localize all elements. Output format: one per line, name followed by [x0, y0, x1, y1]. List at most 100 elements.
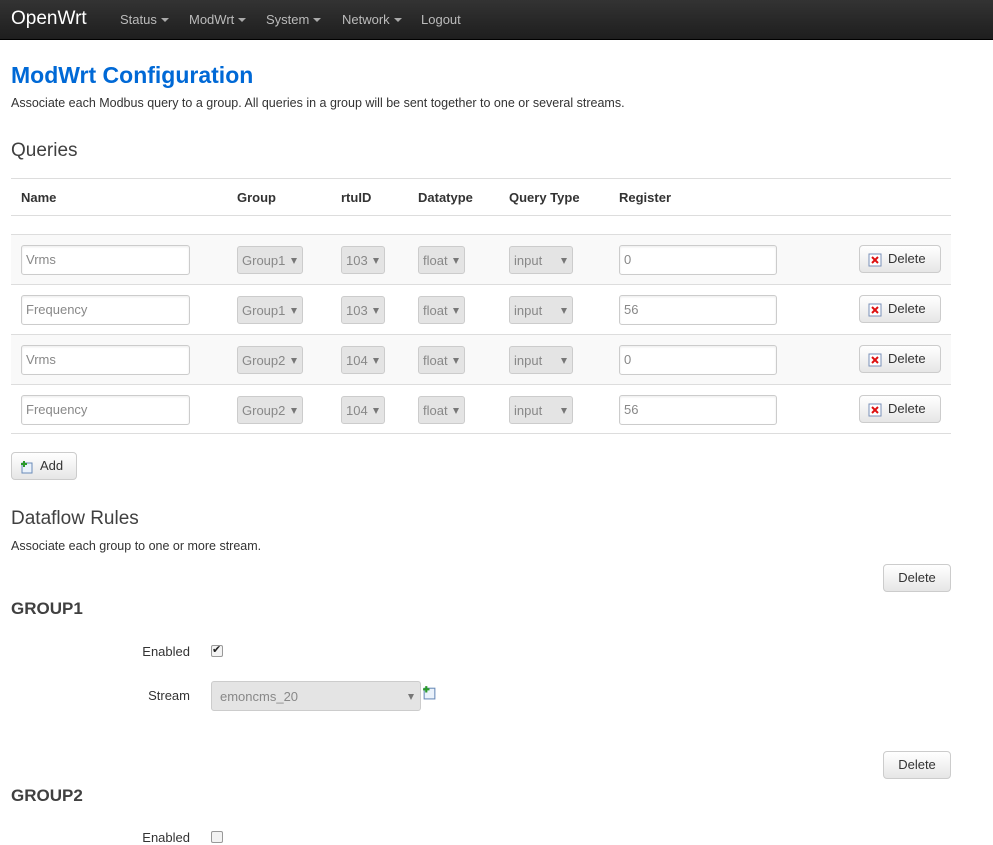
delete-button[interactable]: Delete — [859, 395, 941, 423]
rtuid-select-value: 104 — [346, 403, 368, 418]
datatype-select[interactable]: float — [418, 396, 465, 424]
nav-network-label: Network — [342, 12, 390, 27]
nav-network[interactable]: Network — [342, 12, 402, 28]
chevron-down-icon — [291, 258, 297, 264]
rtuid-select[interactable]: 104 — [341, 346, 385, 374]
group-select[interactable]: Group2 — [237, 346, 303, 374]
nav-logout-label: Logout — [421, 12, 461, 27]
group1-title: GROUP1 — [11, 599, 83, 618]
delete-button-label: Delete — [888, 401, 926, 416]
nav-logout[interactable]: Logout — [421, 12, 461, 28]
rtuid-select[interactable]: 103 — [341, 246, 385, 274]
stream-select-value: emoncms_20 — [220, 689, 299, 704]
query-type-select[interactable]: input — [509, 346, 573, 374]
query-type-select-value: input — [514, 403, 543, 418]
chevron-down-icon — [453, 408, 459, 414]
rtuid-select[interactable]: 104 — [341, 396, 385, 424]
delete-button[interactable]: Delete — [859, 245, 941, 273]
enabled-checkbox[interactable] — [211, 831, 223, 843]
datatype-select-value: float — [423, 403, 448, 418]
datatype-select[interactable]: float — [418, 346, 465, 374]
brand-logo[interactable]: OpenWrt — [11, 8, 87, 30]
nav-system-label: System — [266, 12, 310, 27]
query-type-select-value: input — [514, 253, 543, 268]
stream-select[interactable]: emoncms_20 — [211, 681, 421, 711]
name-input[interactable]: Vrms — [21, 345, 190, 375]
group-select[interactable]: Group2 — [237, 396, 303, 424]
enabled-label: Enabled — [142, 830, 190, 845]
register-input[interactable]: 0 — [619, 345, 777, 375]
table-row: Frequency Group2 104 float input 56 Dele… — [11, 384, 951, 434]
group-select-value: Group1 — [242, 303, 286, 318]
delete-group2-button[interactable]: Delete — [883, 751, 951, 779]
column-header-rtuid: rtuID — [341, 190, 372, 205]
chevron-down-icon — [561, 258, 567, 264]
name-input[interactable]: Vrms — [21, 245, 190, 275]
register-input[interactable]: 56 — [619, 395, 777, 425]
nav-status-label: Status — [120, 12, 157, 27]
chevron-down-icon — [291, 308, 297, 314]
datatype-select[interactable]: float — [418, 296, 465, 324]
group-select[interactable]: Group1 — [237, 246, 303, 274]
check-icon: ✔ — [212, 644, 222, 656]
delete-icon — [868, 253, 882, 267]
chevron-down-icon — [561, 408, 567, 414]
page-description: Associate each Modbus query to a group. … — [11, 96, 625, 110]
chevron-down-icon — [393, 18, 402, 22]
delete-button[interactable]: Delete — [859, 295, 941, 323]
add-query-button[interactable]: Add — [11, 452, 77, 480]
delete-button-label: Delete — [888, 351, 926, 366]
delete-button-label: Delete — [888, 251, 926, 266]
table-row: Frequency Group1 103 float input 56 Dele… — [11, 284, 951, 334]
delete-icon — [868, 403, 882, 417]
rtuid-select-value: 103 — [346, 253, 368, 268]
register-input[interactable]: 0 — [619, 245, 777, 275]
chevron-down-icon — [291, 358, 297, 364]
delete-icon — [868, 303, 882, 317]
enabled-checkbox[interactable]: ✔ — [211, 644, 223, 657]
chevron-down-icon — [373, 258, 379, 264]
rtuid-select[interactable]: 103 — [341, 296, 385, 324]
name-input[interactable]: Frequency — [21, 395, 190, 425]
nav-status[interactable]: Status — [120, 12, 169, 28]
add-query-button-label: Add — [40, 458, 64, 473]
add-icon — [21, 461, 33, 474]
datatype-select[interactable]: float — [418, 246, 465, 274]
chevron-down-icon — [561, 308, 567, 314]
stream-label: Stream — [148, 688, 190, 703]
query-type-select-value: input — [514, 353, 543, 368]
chevron-down-icon — [561, 358, 567, 364]
column-header-name: Name — [21, 190, 57, 205]
query-type-select[interactable]: input — [509, 246, 573, 274]
add-stream-icon[interactable] — [422, 685, 437, 700]
name-input[interactable]: Frequency — [21, 295, 190, 325]
group-select[interactable]: Group1 — [237, 296, 303, 324]
group-select-value: Group2 — [242, 403, 286, 418]
rtuid-select-value: 104 — [346, 353, 368, 368]
enabled-label: Enabled — [142, 644, 190, 659]
chevron-down-icon — [373, 358, 379, 364]
nav-modwrt[interactable]: ModWrt — [189, 12, 247, 28]
chevron-down-icon — [453, 358, 459, 364]
chevron-down-icon — [408, 694, 414, 700]
chevron-down-icon — [453, 258, 459, 264]
query-type-select[interactable]: input — [509, 396, 573, 424]
register-input[interactable]: 56 — [619, 295, 777, 325]
datatype-select-value: float — [423, 353, 448, 368]
dataflow-title: Dataflow Rules — [11, 508, 139, 529]
delete-button[interactable]: Delete — [859, 345, 941, 373]
table-row: Vrms Group2 104 float input 0 Delete — [11, 334, 951, 384]
column-header-register: Register — [619, 190, 672, 205]
datatype-select-value: float — [423, 253, 448, 268]
chevron-down-icon — [160, 18, 169, 22]
delete-group1-button[interactable]: Delete — [883, 564, 951, 592]
nav-modwrt-label: ModWrt — [189, 12, 235, 27]
chevron-down-icon — [453, 308, 459, 314]
query-type-select[interactable]: input — [509, 296, 573, 324]
table-row: Vrms Group1 103 float input 0 Delete — [11, 234, 951, 284]
chevron-down-icon — [313, 18, 322, 22]
datatype-select-value: float — [423, 303, 448, 318]
chevron-down-icon — [373, 408, 379, 414]
group-select-value: Group2 — [242, 353, 286, 368]
nav-system[interactable]: System — [266, 12, 322, 28]
